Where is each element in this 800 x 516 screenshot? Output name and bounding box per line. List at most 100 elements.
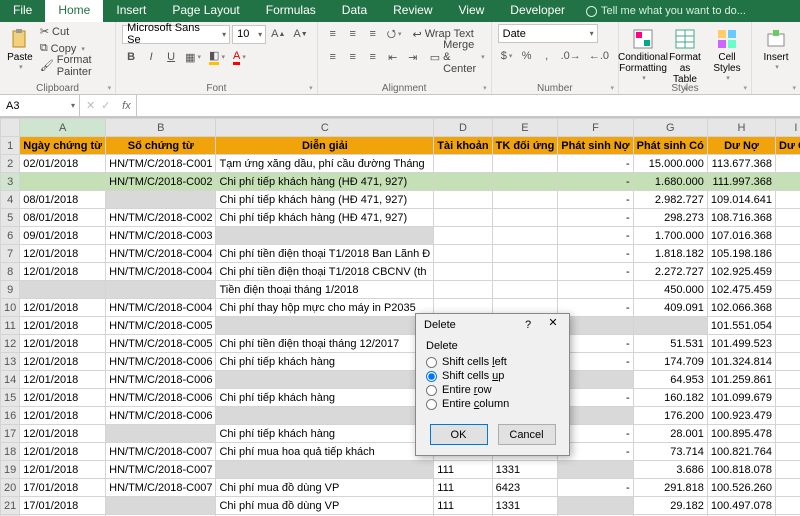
tab-pagelayout[interactable]: Page Layout: [159, 0, 252, 22]
cell-D21[interactable]: 111: [434, 497, 492, 515]
cell-F20[interactable]: -: [558, 479, 633, 497]
cell-H12[interactable]: 101.499.523: [707, 335, 775, 353]
cell-C18[interactable]: Chi phí mua hoa quả tiếp khách: [216, 443, 434, 461]
insert-cells-button[interactable]: Insert: [758, 24, 794, 76]
col-header-B[interactable]: B: [106, 119, 216, 137]
increase-font-button[interactable]: A▲: [268, 25, 288, 43]
cell-I10[interactable]: [776, 299, 800, 317]
col-header-C[interactable]: C: [216, 119, 434, 137]
cell-G14[interactable]: 64.953: [633, 371, 707, 389]
cut-button[interactable]: ✂Cut: [40, 24, 109, 39]
cell-B6[interactable]: HN/TM/C/2018-C003: [106, 227, 216, 245]
cell-B17[interactable]: [106, 425, 216, 443]
header-cell[interactable]: Dư Có: [776, 137, 800, 155]
cell-A12[interactable]: 12/01/2018: [20, 335, 106, 353]
cell-B21[interactable]: [106, 497, 216, 515]
cell-G4[interactable]: 2.982.727: [633, 191, 707, 209]
select-all-corner[interactable]: [1, 119, 20, 137]
row-header-20[interactable]: 20: [1, 479, 20, 497]
cell-C13[interactable]: Chi phí tiếp khách hàng: [216, 353, 434, 371]
align-left-button[interactable]: ≡: [324, 48, 342, 66]
tab-review[interactable]: Review: [380, 0, 445, 22]
cell-G15[interactable]: 160.182: [633, 389, 707, 407]
radio-entire-row[interactable]: Entire row: [426, 384, 559, 396]
row-header-16[interactable]: 16: [1, 407, 20, 425]
cell-C16[interactable]: [216, 407, 434, 425]
row-header-15[interactable]: 15: [1, 389, 20, 407]
cell-F3[interactable]: -: [558, 173, 633, 191]
conditional-formatting-button[interactable]: Conditional Formatting: [625, 24, 661, 76]
cell-G8[interactable]: 2.272.727: [633, 263, 707, 281]
cell-styles-button[interactable]: Cell Styles: [709, 24, 745, 76]
align-top-button[interactable]: ≡: [324, 25, 342, 43]
cell-B7[interactable]: HN/TM/C/2018-C004: [106, 245, 216, 263]
underline-button[interactable]: U: [162, 48, 180, 66]
name-box[interactable]: A3: [0, 95, 80, 116]
cell-A15[interactable]: 12/01/2018: [20, 389, 106, 407]
row-header-21[interactable]: 21: [1, 497, 20, 515]
cell-C7[interactable]: Chi phí tiền điện thoại T1/2018 Ban Lãnh…: [216, 245, 434, 263]
cell-H18[interactable]: 100.821.764: [707, 443, 775, 461]
cell-I19[interactable]: [776, 461, 800, 479]
cell-D2[interactable]: [434, 155, 492, 173]
cell-I17[interactable]: [776, 425, 800, 443]
tab-view[interactable]: View: [446, 0, 498, 22]
tab-file[interactable]: File: [0, 0, 45, 22]
enter-formula-icon[interactable]: ✓: [101, 99, 110, 112]
cell-D7[interactable]: [434, 245, 492, 263]
cell-F6[interactable]: -: [558, 227, 633, 245]
row-header-1[interactable]: 1: [1, 137, 20, 155]
cell-E19[interactable]: 1331: [492, 461, 558, 479]
cell-B10[interactable]: HN/TM/C/2018-C004: [106, 299, 216, 317]
header-cell[interactable]: Phát sinh Nợ: [558, 137, 633, 155]
increase-indent-button[interactable]: ⇥: [404, 48, 422, 66]
cell-C9[interactable]: Tiền điện thoại tháng 1/2018: [216, 281, 434, 299]
cell-H20[interactable]: 100.526.260: [707, 479, 775, 497]
cell-H13[interactable]: 101.324.814: [707, 353, 775, 371]
cell-F21[interactable]: [558, 497, 633, 515]
cell-C17[interactable]: Chi phí tiếp khách hàng: [216, 425, 434, 443]
cell-C4[interactable]: Chi phí tiếp khách hàng (HĐ 471, 927): [216, 191, 434, 209]
cell-I11[interactable]: [776, 317, 800, 335]
cell-E8[interactable]: [492, 263, 558, 281]
cell-G17[interactable]: 28.001: [633, 425, 707, 443]
cell-E2[interactable]: [492, 155, 558, 173]
cell-I21[interactable]: [776, 497, 800, 515]
radio-shift-up[interactable]: Shift cells up: [426, 370, 559, 382]
cell-B14[interactable]: HN/TM/C/2018-C006: [106, 371, 216, 389]
cell-A6[interactable]: 09/01/2018: [20, 227, 106, 245]
cell-B20[interactable]: HN/TM/C/2018-C007: [106, 479, 216, 497]
dialog-cancel-button[interactable]: Cancel: [498, 424, 556, 445]
cell-F2[interactable]: -: [558, 155, 633, 173]
header-cell[interactable]: Ngày chứng từ: [20, 137, 106, 155]
cell-F4[interactable]: -: [558, 191, 633, 209]
increase-decimal-button[interactable]: .0→: [558, 47, 584, 65]
cell-H16[interactable]: 100.923.479: [707, 407, 775, 425]
cell-B18[interactable]: HN/TM/C/2018-C007: [106, 443, 216, 461]
header-cell[interactable]: Số chứng từ: [106, 137, 216, 155]
cell-G5[interactable]: 298.273: [633, 209, 707, 227]
cell-I9[interactable]: [776, 281, 800, 299]
cell-A8[interactable]: 12/01/2018: [20, 263, 106, 281]
cell-E6[interactable]: [492, 227, 558, 245]
tab-insert[interactable]: Insert: [103, 0, 159, 22]
row-header-8[interactable]: 8: [1, 263, 20, 281]
merge-center-button[interactable]: ▭Merge & Center: [430, 50, 485, 65]
cell-H19[interactable]: 100.818.078: [707, 461, 775, 479]
cell-C2[interactable]: Tạm ứng xăng dầu, phí cầu đường Tháng: [216, 155, 434, 173]
cell-A14[interactable]: 12/01/2018: [20, 371, 106, 389]
cell-B9[interactable]: [106, 281, 216, 299]
cell-F7[interactable]: -: [558, 245, 633, 263]
cell-E21[interactable]: 1331: [492, 497, 558, 515]
cell-A9[interactable]: [20, 281, 106, 299]
cell-C14[interactable]: [216, 371, 434, 389]
cell-E5[interactable]: [492, 209, 558, 227]
cell-E3[interactable]: [492, 173, 558, 191]
cell-B2[interactable]: HN/TM/C/2018-C001: [106, 155, 216, 173]
cell-D19[interactable]: 111: [434, 461, 492, 479]
cell-A19[interactable]: 12/01/2018: [20, 461, 106, 479]
format-as-table-button[interactable]: Format as Table: [667, 24, 703, 76]
cell-G2[interactable]: 15.000.000: [633, 155, 707, 173]
cell-C10[interactable]: Chi phí thay hộp mực cho máy in P2035: [216, 299, 434, 317]
row-header-19[interactable]: 19: [1, 461, 20, 479]
